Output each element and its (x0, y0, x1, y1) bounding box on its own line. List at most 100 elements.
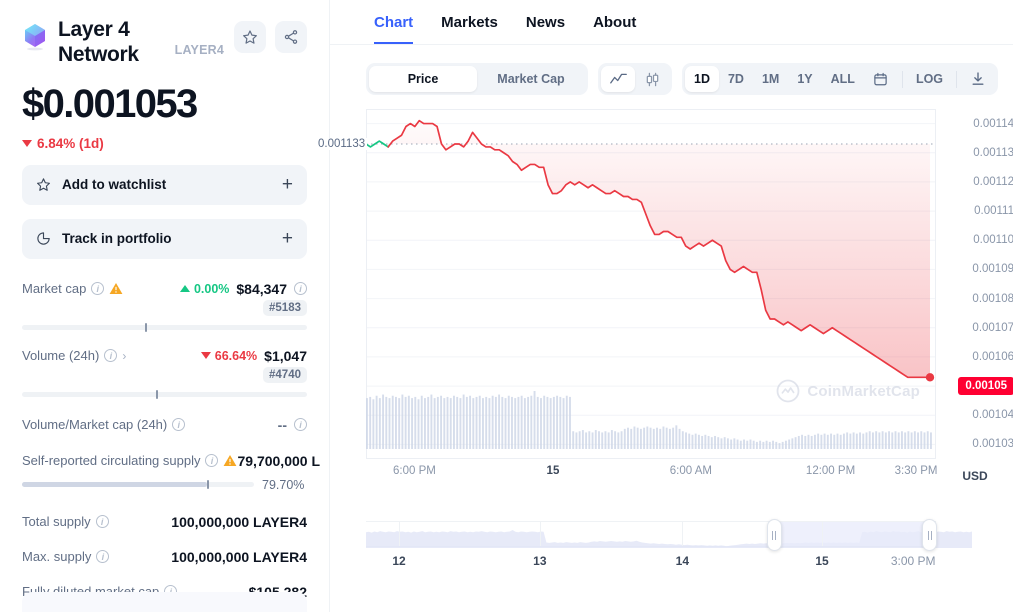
range-selector[interactable]: 12 13 14 15 3:00 PM (330, 519, 972, 574)
plot-area: 0.001133 CoinMarketCap (316, 109, 936, 459)
range-gridline (822, 522, 823, 546)
range-axis-tick: 14 (675, 554, 690, 568)
tab-news[interactable]: News (526, 14, 565, 44)
toolbar-divider (901, 70, 903, 88)
x-axis: 6:00 PM 15 6:00 AM 12:00 PM 3:30 PM (366, 465, 938, 487)
info-icon[interactable]: i (172, 418, 186, 432)
tab-markets[interactable]: Markets (441, 14, 498, 44)
y-axis-tick: 0.00103 (972, 438, 1013, 451)
calendar-icon[interactable] (864, 66, 898, 92)
tab-about[interactable]: About (593, 14, 636, 44)
info-icon[interactable]: i (91, 282, 105, 296)
current-price-tag: 0.00105 (958, 377, 1013, 396)
timeframe-7d-button[interactable]: 7D (719, 66, 753, 92)
caret-up-icon (179, 285, 190, 293)
timeframe-selector: 1D 7D 1M 1Y ALL LOG (682, 63, 999, 95)
tab-chart[interactable]: Chart (374, 14, 414, 44)
share-button[interactable] (275, 21, 307, 53)
price-chart[interactable]: 0.001133 CoinMarketCap 0.00114 0.00113 0.0… (316, 109, 1013, 487)
y-axis-tick: 0.00108 (972, 292, 1013, 305)
portfolio-plus-icon[interactable]: + (282, 229, 293, 248)
current-price: $0.001053 (22, 81, 198, 126)
bar-fill (22, 482, 207, 488)
circulating-supply-value: 79,700,000 L (237, 452, 320, 469)
timeframe-1d-button[interactable]: 1D (685, 66, 719, 92)
circulating-supply-bar (22, 480, 254, 490)
timeframe-1y-button[interactable]: 1Y (788, 66, 821, 92)
toolbar-divider (956, 70, 958, 88)
download-icon[interactable] (961, 66, 995, 92)
warning-icon[interactable] (109, 282, 123, 295)
stat-volume-market-cap: Volume/Market cap (24h) i -- i (22, 417, 307, 433)
y-axis-tick: 0.00107 (972, 321, 1013, 334)
coin-info-sidebar: Layer 4 Network LAYER4 $0.001053 6.84% (… (0, 0, 330, 612)
market-cap-label: Market cap i (22, 281, 123, 296)
y-axis-tick: 0.00114 (973, 117, 1013, 130)
price-change-badge: 6.84% (1d) (22, 136, 307, 151)
max-supply-value: 100,000,000 LAYER4 (171, 548, 307, 565)
coin-ticker: LAYER4 (174, 43, 224, 57)
info-icon[interactable]: i (294, 418, 307, 432)
y-axis-tick: 0.00110 (973, 234, 1013, 247)
track-in-portfolio-button[interactable]: Track in portfolio + (22, 218, 307, 259)
statistics-list: Market cap i 0.00% $84,347 i #5183 Volum… (22, 280, 320, 600)
metric-marketcap-button[interactable]: Market Cap (477, 66, 585, 92)
favorite-button[interactable] (234, 21, 266, 53)
y-axis-tick: 0.00106 (972, 350, 1013, 363)
market-cap-bar (22, 322, 307, 332)
range-gridline (539, 522, 541, 546)
volume-label: Volume (24h) i › (22, 348, 127, 364)
market-cap-change: 0.00% (179, 282, 229, 296)
range-selection[interactable] (773, 522, 931, 546)
log-scale-button[interactable]: LOG (907, 66, 952, 92)
info-icon[interactable]: i (95, 515, 109, 529)
y-axis-tick: 0.00109 (972, 263, 1013, 276)
header-actions (234, 21, 307, 53)
range-gridline (399, 522, 401, 546)
timeframe-all-button[interactable]: ALL (822, 66, 864, 92)
timeframe-1m-button[interactable]: 1M (753, 66, 788, 92)
chevron-right-icon[interactable]: › (122, 349, 126, 363)
range-handle-left[interactable] (766, 519, 782, 551)
info-icon[interactable]: i (294, 282, 307, 296)
caret-down-icon (22, 139, 32, 147)
volume-value: $1,047 (264, 347, 307, 364)
metric-price-button[interactable]: Price (369, 66, 477, 92)
range-axis-tick: 12 (392, 554, 406, 568)
total-supply-label: Total supply i (22, 514, 109, 529)
circulating-supply-label: Self-reported circulating supply i (22, 453, 237, 468)
watchlist-plus-icon[interactable]: + (282, 175, 293, 194)
line-chart-icon[interactable] (601, 66, 635, 92)
pie-chart-icon (37, 232, 50, 245)
range-handle-right[interactable] (922, 519, 938, 551)
volume-bar (22, 389, 307, 399)
y-axis-tick: 0.00113 (973, 146, 1013, 159)
y-axis-tick: 0.00104 (972, 409, 1013, 422)
range-gridline (682, 522, 684, 546)
currency-label: USD (962, 469, 988, 483)
cube-logo-icon (22, 22, 48, 51)
market-cap-value: $84,347 (236, 280, 287, 297)
bar-tick (155, 389, 158, 399)
warning-icon[interactable] (223, 454, 237, 467)
watermark-text: CoinMarketCap (807, 382, 920, 400)
candlestick-chart-icon[interactable] (635, 66, 669, 92)
y-axis: 0.00114 0.00113 0.00112 0.00111 0.00110 0.001… (936, 109, 1013, 459)
x-axis-tick: 15 (546, 465, 560, 477)
add-to-watchlist-button[interactable]: Add to watchlist + (22, 164, 307, 205)
bar-tick (144, 322, 147, 332)
circulating-supply-pct: 79.70% (262, 477, 305, 492)
x-axis-tick: 12:00 PM (805, 465, 856, 477)
chart-toolbar: Price Market Cap 1D 7D 1M 1Y ALL LOG (330, 45, 1013, 95)
portfolio-label: Track in portfolio (62, 231, 172, 247)
x-axis-tick: 3:30 PM (894, 465, 938, 477)
range-track[interactable] (366, 519, 972, 551)
chart-panel: Chart Markets News About Price Market Ca… (316, 0, 1013, 612)
info-icon[interactable]: i (104, 349, 118, 363)
metric-toggle: Price Market Cap (366, 63, 588, 95)
reference-price-label: 0.001133 (316, 138, 368, 150)
info-icon[interactable]: i (205, 454, 219, 468)
max-supply-label: Max. supply i (22, 549, 110, 564)
volume-change: 66.64% (200, 349, 257, 363)
info-icon[interactable]: i (96, 550, 110, 564)
